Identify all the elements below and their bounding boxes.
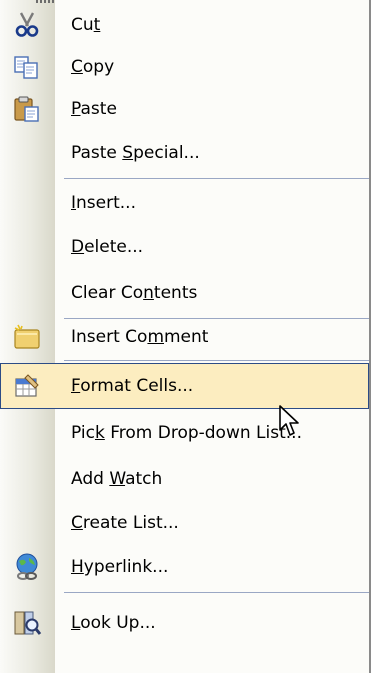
- menu-item-paste[interactable]: Paste: [0, 86, 369, 132]
- menu-item-hyperlink[interactable]: Hyperlink...: [0, 544, 369, 590]
- menu-item-label: Paste Special...: [71, 143, 200, 163]
- menu-item-label: Look Up...: [71, 613, 156, 633]
- mouse-cursor-icon: [279, 405, 299, 436]
- menu-item-delete[interactable]: Delete...: [0, 224, 369, 270]
- menu-item-format-cells[interactable]: Format Cells...: [0, 363, 369, 409]
- menu-item-clear-contents[interactable]: Clear Contents: [0, 270, 369, 316]
- menu-separator: [64, 592, 369, 593]
- menu-separator: [64, 360, 369, 361]
- context-menu: Cut Copy Paste Paste Special... Insert..…: [0, 0, 371, 673]
- menu-item-insert-comment[interactable]: Insert Comment: [0, 314, 369, 360]
- menu-item-cut[interactable]: Cut: [0, 2, 369, 48]
- menu-item-label: Add Watch: [71, 469, 163, 489]
- menu-item-label: Insert...: [71, 193, 136, 213]
- menu-item-label: Pick From Drop-down List...: [71, 423, 302, 443]
- hyperlink-icon: [16, 553, 38, 580]
- menu-item-label: Delete...: [71, 237, 144, 257]
- paste-icon: [14, 96, 39, 122]
- menu-item-label: Format Cells...: [71, 376, 194, 396]
- menu-separator: [64, 178, 369, 179]
- menu-item-insert[interactable]: Insert...: [0, 180, 369, 226]
- comment-icon: [14, 324, 40, 349]
- menu-item-label: Paste: [71, 99, 117, 119]
- menu-item-label: Clear Contents: [71, 283, 198, 303]
- menu-item-copy[interactable]: Copy: [0, 44, 369, 90]
- copy-icon: [14, 56, 38, 79]
- menu-item-label: Copy: [71, 57, 115, 77]
- menu-item-look-up[interactable]: Look Up...: [0, 600, 369, 646]
- menu-item-label: Create List...: [71, 513, 179, 533]
- menu-item-pick-from-list[interactable]: Pick From Drop-down List...: [0, 410, 369, 456]
- menu-item-add-watch[interactable]: Add Watch: [0, 456, 369, 502]
- scissors-icon: [15, 12, 39, 37]
- research-icon: [14, 611, 42, 635]
- menu-item-label: Insert Comment: [71, 327, 209, 347]
- menu-item-paste-special[interactable]: Paste Special...: [0, 130, 369, 176]
- menu-item-label: Cut: [71, 15, 101, 35]
- format-cells-icon: [15, 374, 39, 397]
- menu-item-create-list[interactable]: Create List...: [0, 500, 369, 546]
- menu-item-label: Hyperlink...: [71, 557, 169, 577]
